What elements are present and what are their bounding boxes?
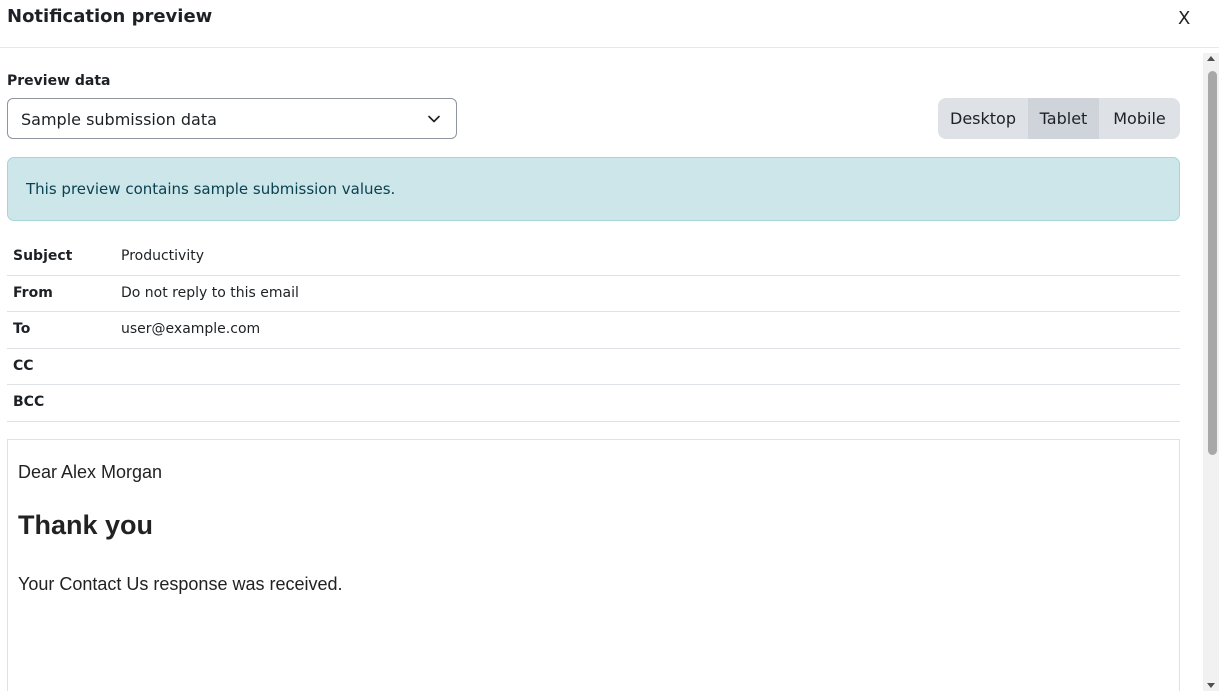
meta-key: To <box>13 321 31 337</box>
scrollbar-thumb[interactable] <box>1208 71 1217 455</box>
email-heading: Thank you <box>18 510 154 540</box>
email-preview-frame: Dear Alex Morgan Thank you Your Contact … <box>7 439 1180 691</box>
email-greeting: Dear Alex Morgan <box>18 462 163 482</box>
meta-value: user@example.com <box>121 321 261 337</box>
view-tablet-button[interactable]: Tablet <box>1028 98 1099 139</box>
view-mobile-button[interactable]: Mobile <box>1099 98 1180 139</box>
email-meta-table: Subject Productivity From Do not reply t… <box>7 239 1180 422</box>
dialog-header: Notification preview X <box>0 0 1219 48</box>
scroll-up-arrow-icon[interactable] <box>1207 56 1215 61</box>
info-alert-text: This preview contains sample submission … <box>26 180 396 198</box>
meta-value: Do not reply to this email <box>121 284 299 301</box>
meta-key: From <box>13 284 53 301</box>
meta-row-subject: Subject Productivity <box>7 239 1180 276</box>
scroll-down-arrow-icon[interactable] <box>1207 683 1215 688</box>
close-button[interactable]: X <box>1178 8 1190 29</box>
preview-data-selected-value: Sample submission data <box>21 110 217 129</box>
view-desktop-button[interactable]: Desktop <box>938 98 1028 139</box>
dialog-body: Preview data Sample submission data Desk… <box>0 49 1219 691</box>
chevron-down-icon <box>428 115 440 123</box>
meta-key: BCC <box>13 394 45 410</box>
meta-value: Productivity <box>121 248 204 264</box>
meta-row-to: To user@example.com <box>7 312 1180 349</box>
meta-row-from: From Do not reply to this email <box>7 276 1180 312</box>
meta-key: Subject <box>13 248 73 264</box>
meta-row-cc: CC <box>7 349 1180 385</box>
vertical-scrollbar[interactable] <box>1203 53 1219 691</box>
meta-key: CC <box>13 357 34 374</box>
preview-data-label: Preview data <box>7 73 111 89</box>
view-mode-toggle: Desktop Tablet Mobile <box>938 98 1180 139</box>
info-alert: This preview contains sample submission … <box>7 157 1180 221</box>
email-body-text: Your Contact Us response was received. <box>18 574 343 594</box>
dialog-title: Notification preview <box>7 6 213 27</box>
preview-data-select[interactable]: Sample submission data <box>7 98 457 139</box>
meta-row-bcc: BCC <box>7 385 1180 422</box>
